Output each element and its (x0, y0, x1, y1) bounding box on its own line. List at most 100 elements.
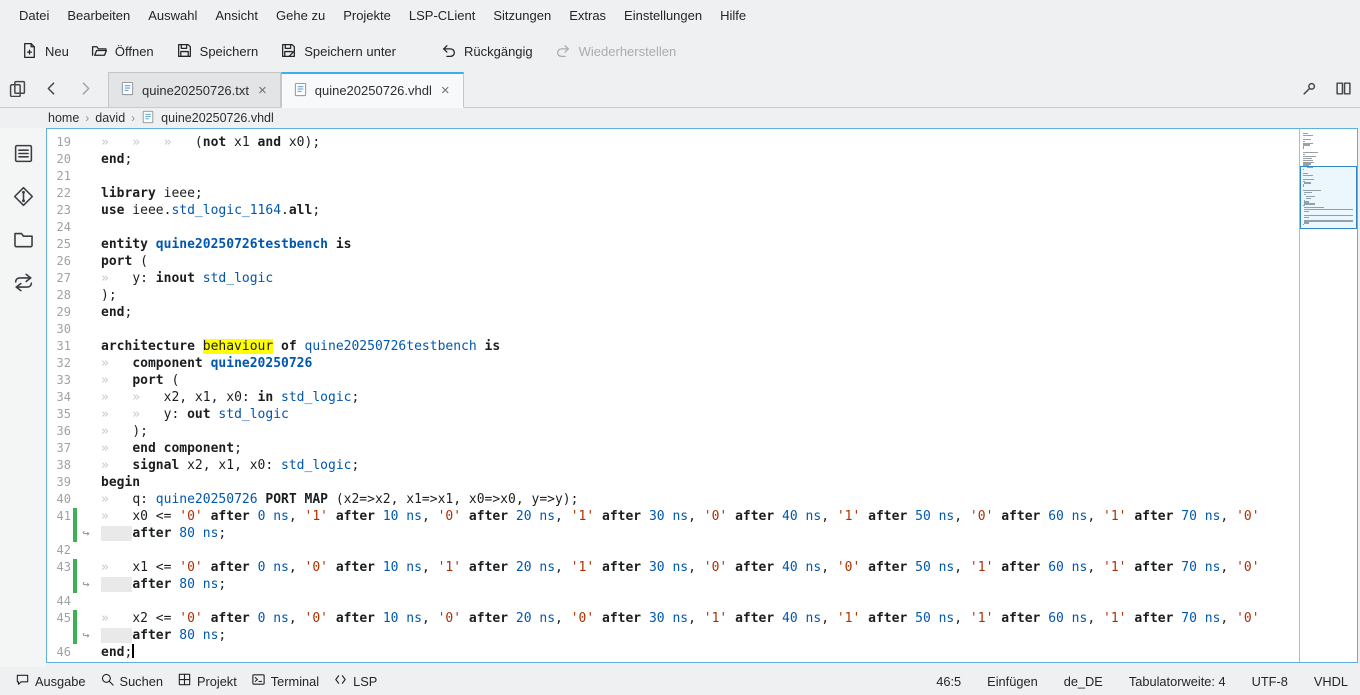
statusbar-suchen-button[interactable]: Suchen (93, 668, 170, 694)
line-number (47, 627, 71, 644)
line-number: 24 (47, 219, 71, 236)
breadcrumb-item-quine20250726-vhdl[interactable]: quine20250726.vhdl (161, 111, 274, 125)
output-icon (15, 672, 30, 690)
code-line[interactable]: 33» port ( (47, 372, 1299, 389)
code-line[interactable]: 41» x0 <= '0' after 0 ns, '1' after 10 n… (47, 508, 1299, 525)
wrap-marker-icon (77, 219, 95, 236)
statusbar-item-vhdl[interactable]: VHDL (1314, 674, 1348, 689)
menu-item-ansicht[interactable]: Ansicht (206, 3, 267, 28)
close-icon[interactable]: × (439, 81, 452, 100)
code-line[interactable]: 22library ieee; (47, 185, 1299, 202)
code-line[interactable]: 37» end component; (47, 440, 1299, 457)
code-line[interactable]: 20end; (47, 151, 1299, 168)
menu-item-hilfe[interactable]: Hilfe (711, 3, 755, 28)
code-line[interactable]: 44 (47, 593, 1299, 610)
code-line[interactable]: 26port ( (47, 253, 1299, 270)
editor[interactable]: 19» » » (not x1 and x0);20end;2122librar… (47, 129, 1299, 662)
code-line[interactable]: 19» » » (not x1 and x0); (47, 134, 1299, 151)
pin-tab-button[interactable] (1292, 72, 1326, 107)
statusbar-item-einfugen[interactable]: Einfügen (987, 674, 1038, 689)
code-line[interactable]: 27» y: inout std_logic (47, 270, 1299, 287)
code-line[interactable]: 28); (47, 287, 1299, 304)
statusbar-terminal-button[interactable]: Terminal (244, 668, 326, 694)
statusbar-ausgabe-button[interactable]: Ausgabe (8, 668, 93, 694)
speichern-unter-button[interactable]: Speichern unter (271, 35, 405, 69)
code-text: » » x2, x1, x0: in std_logic; (95, 389, 1299, 406)
statusbar-item-tabulatorweite-4[interactable]: Tabulatorweite: 4 (1129, 674, 1226, 689)
line-number: 32 (47, 355, 71, 372)
line-number: 31 (47, 338, 71, 355)
menu-item-projekte[interactable]: Projekte (334, 3, 400, 28)
statusbar-projekt-button[interactable]: Projekt (170, 668, 244, 694)
code-line[interactable]: 31architecture behaviour of quine2025072… (47, 338, 1299, 355)
menu-item-extras[interactable]: Extras (560, 3, 615, 28)
line-number: 46 (47, 644, 71, 661)
code-text: library ieee; (95, 185, 1299, 202)
code-line[interactable]: ↪ after 80 ns; (47, 576, 1299, 593)
code-line[interactable]: 46end; (47, 644, 1299, 661)
code-line[interactable]: 35» » y: out std_logic (47, 406, 1299, 423)
statusbar-item-de-de[interactable]: de_DE (1064, 674, 1103, 689)
tab-quine20250726-vhdl[interactable]: quine20250726.vhdl× (281, 72, 464, 108)
line-number: 35 (47, 406, 71, 423)
toolview-button-symbols[interactable] (6, 138, 40, 172)
menu-item-datei[interactable]: Datei (10, 3, 58, 28)
wrap-marker-icon (77, 270, 95, 287)
code-line[interactable]: 29end; (47, 304, 1299, 321)
line-number: 20 (47, 151, 71, 168)
menu-item-auswahl[interactable]: Auswahl (139, 3, 206, 28)
toolview-button-git[interactable] (6, 181, 40, 215)
code-line[interactable]: 43» x1 <= '0' after 0 ns, '0' after 10 n… (47, 559, 1299, 576)
breadcrumb-item-david[interactable]: david (95, 111, 125, 125)
code-line[interactable]: 32» component quine20250726 (47, 355, 1299, 372)
code-line[interactable]: ↪ after 80 ns; (47, 627, 1299, 644)
minimap-viewport[interactable] (1300, 166, 1357, 229)
menu-item-gehe-zu[interactable]: Gehe zu (267, 3, 334, 28)
wrap-marker-icon (77, 372, 95, 389)
documents-toolview-button[interactable] (0, 72, 34, 107)
menu-item-sitzungen[interactable]: Sitzungen (484, 3, 560, 28)
code-line[interactable]: 34» » x2, x1, x0: in std_logic; (47, 389, 1299, 406)
code-line[interactable]: 38» signal x2, x1, x0: std_logic; (47, 457, 1299, 474)
code-text (95, 219, 1299, 236)
code-line[interactable]: 36» ); (47, 423, 1299, 440)
close-icon[interactable]: × (256, 81, 269, 100)
statusbar-lsp-button[interactable]: LSP (326, 668, 384, 694)
code-line[interactable]: 39begin (47, 474, 1299, 491)
code-line[interactable]: 23use ieee.std_logic_1164.all; (47, 202, 1299, 219)
statusbar-item-46-5[interactable]: 46:5 (936, 674, 961, 689)
breadcrumb-item-home[interactable]: home (48, 111, 79, 125)
wrap-marker-icon (77, 508, 95, 525)
minimap[interactable] (1299, 129, 1357, 662)
split-view-button[interactable] (1326, 72, 1360, 107)
code-text: after 80 ns; (95, 576, 1299, 593)
editor-frame: 19» » » (not x1 and x0);20end;2122librar… (46, 128, 1358, 663)
code-line[interactable]: 24 (47, 219, 1299, 236)
toolview-button-compare[interactable] (6, 267, 40, 301)
speichern-button[interactable]: Speichern (167, 35, 268, 69)
neu-button[interactable]: Neu (12, 35, 78, 69)
code-line[interactable]: ↪ after 80 ns; (47, 525, 1299, 542)
line-number: 39 (47, 474, 71, 491)
code-line[interactable]: 40» q: quine20250726 PORT MAP (x2=>x2, x… (47, 491, 1299, 508)
code-line[interactable]: 30 (47, 321, 1299, 338)
offnen-button[interactable]: Öffnen (82, 35, 163, 69)
code-line[interactable]: 21 (47, 168, 1299, 185)
back-button[interactable] (34, 72, 68, 107)
line-number: 19 (47, 134, 71, 151)
code-line[interactable]: 45» x2 <= '0' after 0 ns, '0' after 10 n… (47, 610, 1299, 627)
code-line[interactable]: 47 (47, 661, 1299, 662)
code-text: » ); (95, 423, 1299, 440)
menu-bar: DateiBearbeitenAuswahlAnsichtGehe zuProj… (0, 0, 1360, 31)
line-number: 47 (47, 661, 71, 662)
wrap-marker-icon (77, 661, 95, 662)
menu-item-einstellungen[interactable]: Einstellungen (615, 3, 711, 28)
code-line[interactable]: 42 (47, 542, 1299, 559)
menu-item-lsp-client[interactable]: LSP-CLient (400, 3, 484, 28)
toolview-button-projects[interactable] (6, 224, 40, 258)
ruckgangig-button[interactable]: Rückgängig (431, 35, 542, 69)
statusbar-item-utf-8[interactable]: UTF-8 (1252, 674, 1288, 689)
menu-item-bearbeiten[interactable]: Bearbeiten (58, 3, 139, 28)
tab-quine20250726-txt[interactable]: quine20250726.txt× (108, 72, 281, 108)
code-line[interactable]: 25entity quine20250726testbench is (47, 236, 1299, 253)
